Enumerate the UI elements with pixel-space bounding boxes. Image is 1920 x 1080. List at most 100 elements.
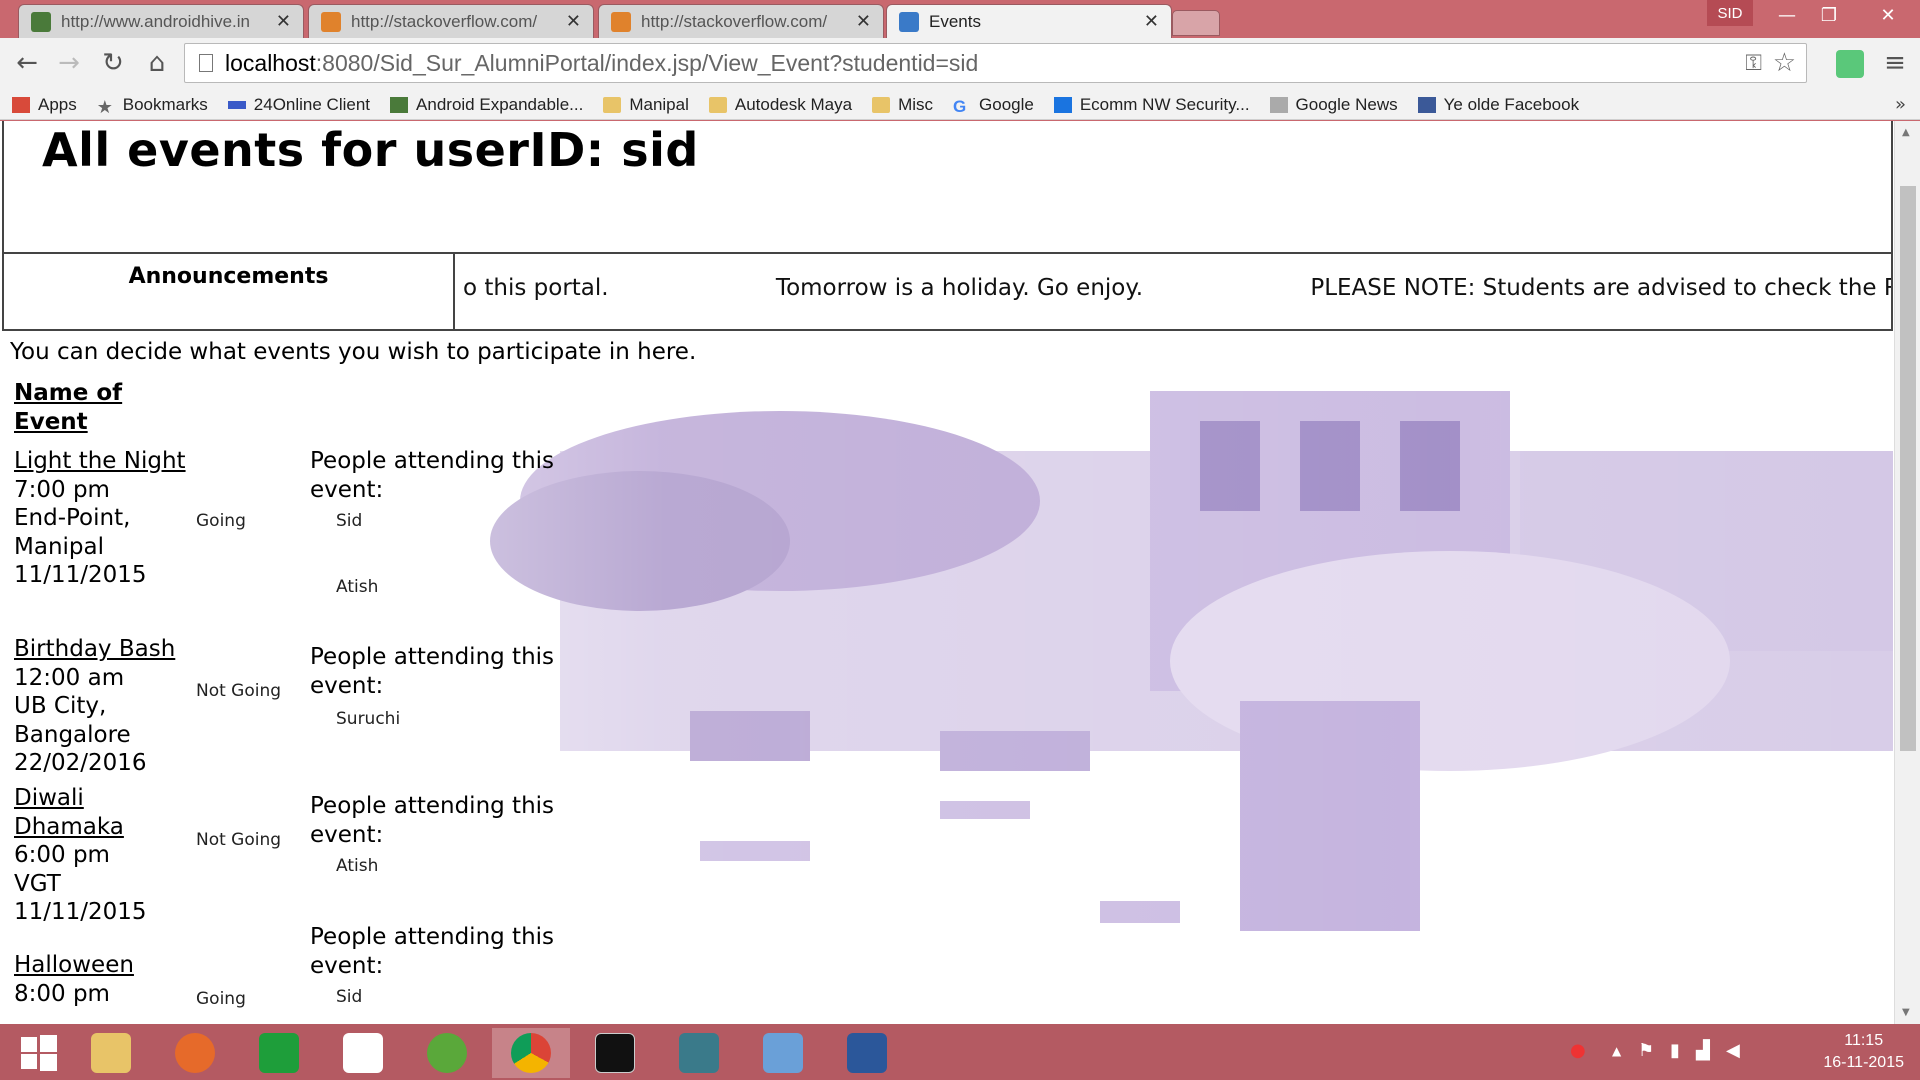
word-icon [847,1033,887,1073]
bookmark-android[interactable]: Android Expandable... [390,95,583,115]
folder-icon [708,96,727,113]
forward-button[interactable]: → [52,46,86,80]
event-name-link[interactable]: Light the Night [14,447,189,476]
bookmarks-bar: Apps ★ Bookmarks 24Online Client Android … [0,90,1920,120]
bookmark-facebook[interactable]: Ye olde Facebook [1417,95,1579,115]
android-icon [390,96,409,113]
close-window-button[interactable]: ✕ [1858,0,1918,30]
bookmark-bookmarks[interactable]: ★ Bookmarks [97,94,208,117]
taskbar-window-app[interactable] [660,1028,738,1078]
tab-events[interactable]: Events ✕ [886,4,1172,38]
new-tab-button[interactable] [1172,10,1220,36]
bookmark-maya[interactable]: Autodesk Maya [708,95,852,115]
attendee-name: Suruchi [336,709,401,729]
attending-label: People attending this event: [310,644,555,699]
url-host: localhost [225,49,316,76]
profile-button[interactable]: SID [1707,0,1753,26]
taskbar-virtualbox[interactable] [744,1028,822,1078]
bookmark-label: 24Online Client [253,94,371,114]
battery-icon[interactable]: ▮ [1670,1040,1680,1061]
events-icon [899,11,919,32]
event-name-link[interactable]: Diwali Dhamaka [14,784,189,841]
firefox-icon [175,1033,215,1073]
android-icon [31,11,51,32]
attending-label: People attending this event: [310,793,555,848]
bookmark-label: Bookmarks [122,94,208,114]
folder-icon [91,1033,131,1073]
scroll-down-icon[interactable]: ▼ [1902,1007,1910,1018]
event-status[interactable]: Not Going [196,830,281,850]
event-date: 11/11/2015 [14,562,147,588]
bookmark-24online[interactable]: 24Online Client [227,94,371,115]
window-icon [679,1033,719,1073]
volume-icon[interactable]: ◀ [1726,1040,1740,1061]
show-hidden-icons[interactable]: ▲ [1612,1044,1621,1058]
close-icon[interactable]: ✕ [276,11,291,32]
taskbar-firefox[interactable] [156,1028,234,1078]
event-venue: UB City, Bangalore [14,693,131,748]
page-viewport: All events for userID: sid Announcements… [0,121,1920,1024]
event-status[interactable]: Going [196,989,246,1009]
taskbar-cmd[interactable] [576,1028,654,1078]
announcements-marquee: o this portal. Tomorrow is a holiday. Go… [455,254,1891,329]
tab-stackoverflow-1[interactable]: http://stackoverflow.com/ ✕ [308,4,594,38]
scrollbar-thumb[interactable] [1900,186,1916,751]
home-button[interactable]: ⌂ [140,46,174,80]
minimize-button[interactable]: — [1765,0,1809,30]
event-status[interactable]: Going [196,511,246,531]
bookmark-google[interactable]: G Google [953,94,1034,116]
vertical-scrollbar[interactable]: ▲ ▼ [1894,121,1920,1024]
taskbar-word[interactable] [828,1028,906,1078]
network-icon[interactable]: ▟ [1696,1040,1710,1061]
bookmark-ecomm[interactable]: Ecomm NW Security... [1053,94,1250,115]
tab-androidhive[interactable]: http://www.androidhive.in ✕ [18,4,304,38]
tab-stackoverflow-2[interactable]: http://stackoverflow.com/ ✕ [598,4,884,38]
reload-button[interactable]: ↻ [96,46,130,80]
taskbar-store[interactable] [240,1028,318,1078]
bookmark-apps[interactable]: Apps [12,95,77,115]
page-icon [199,54,213,72]
stackoverflow-icon [611,11,631,32]
security-alert-icon[interactable]: ● [1570,1040,1586,1061]
key-icon[interactable]: ⚿ [1745,51,1762,76]
taskbar-utorrent[interactable] [408,1028,486,1078]
url-text[interactable]: localhost:8080/Sid_Sur_AlumniPortal/inde… [225,50,978,77]
maximize-button[interactable]: ❐ [1807,0,1851,30]
tab-title: Events [929,11,981,31]
bookmark-manipal[interactable]: Manipal [603,95,689,115]
clock[interactable]: 11:15 16-11-2015 [1823,1030,1904,1074]
announcements-label: Announcements [4,254,455,329]
cloud-icon [227,100,246,109]
menu-button[interactable]: ≡ [1878,46,1912,80]
event-status[interactable]: Not Going [196,681,281,701]
flag-icon[interactable]: ⚑ [1638,1040,1654,1061]
terminal-icon [595,1033,635,1073]
taskbar-chrome[interactable] [492,1028,570,1078]
bookmark-label: Ecomm NW Security... [1079,94,1250,114]
attendee-name: Sid [336,511,363,531]
bookmark-star-icon[interactable]: ☆ [1773,48,1796,78]
bookmark-google-news[interactable]: Google News [1269,95,1398,115]
system-tray: ● ▲ ⚑ ▮ ▟ ◀ 11:15 16-11-2015 [1560,1024,1920,1080]
bookmark-label: Apps [38,94,77,114]
start-button[interactable] [0,1028,78,1078]
event-name-link[interactable]: Halloween [14,951,189,980]
address-bar[interactable]: localhost:8080/Sid_Sur_AlumniPortal/inde… [184,43,1807,83]
extension-icon[interactable] [1836,50,1864,78]
announcement-item: Tomorrow is a holiday. Go enjoy. [775,275,1144,301]
scroll-up-icon[interactable]: ▲ [1902,127,1910,138]
back-button[interactable]: ← [10,46,44,80]
bookmark-label: Google [979,94,1034,114]
bookmark-label: Android Expandable... [416,94,584,114]
dropbox-icon [343,1033,383,1073]
bookmark-misc[interactable]: Misc [872,95,933,115]
announcement-item: o this portal. [463,275,609,301]
event-name-link[interactable]: Birthday Bash [14,635,189,664]
close-icon[interactable]: ✕ [856,11,871,32]
taskbar-dropbox[interactable] [324,1028,402,1078]
attendee-name: Atish [336,856,379,876]
close-icon[interactable]: ✕ [1144,11,1159,32]
bookmarks-overflow-icon[interactable]: » [1895,94,1906,115]
close-icon[interactable]: ✕ [566,11,581,32]
taskbar-file-explorer[interactable] [72,1028,150,1078]
